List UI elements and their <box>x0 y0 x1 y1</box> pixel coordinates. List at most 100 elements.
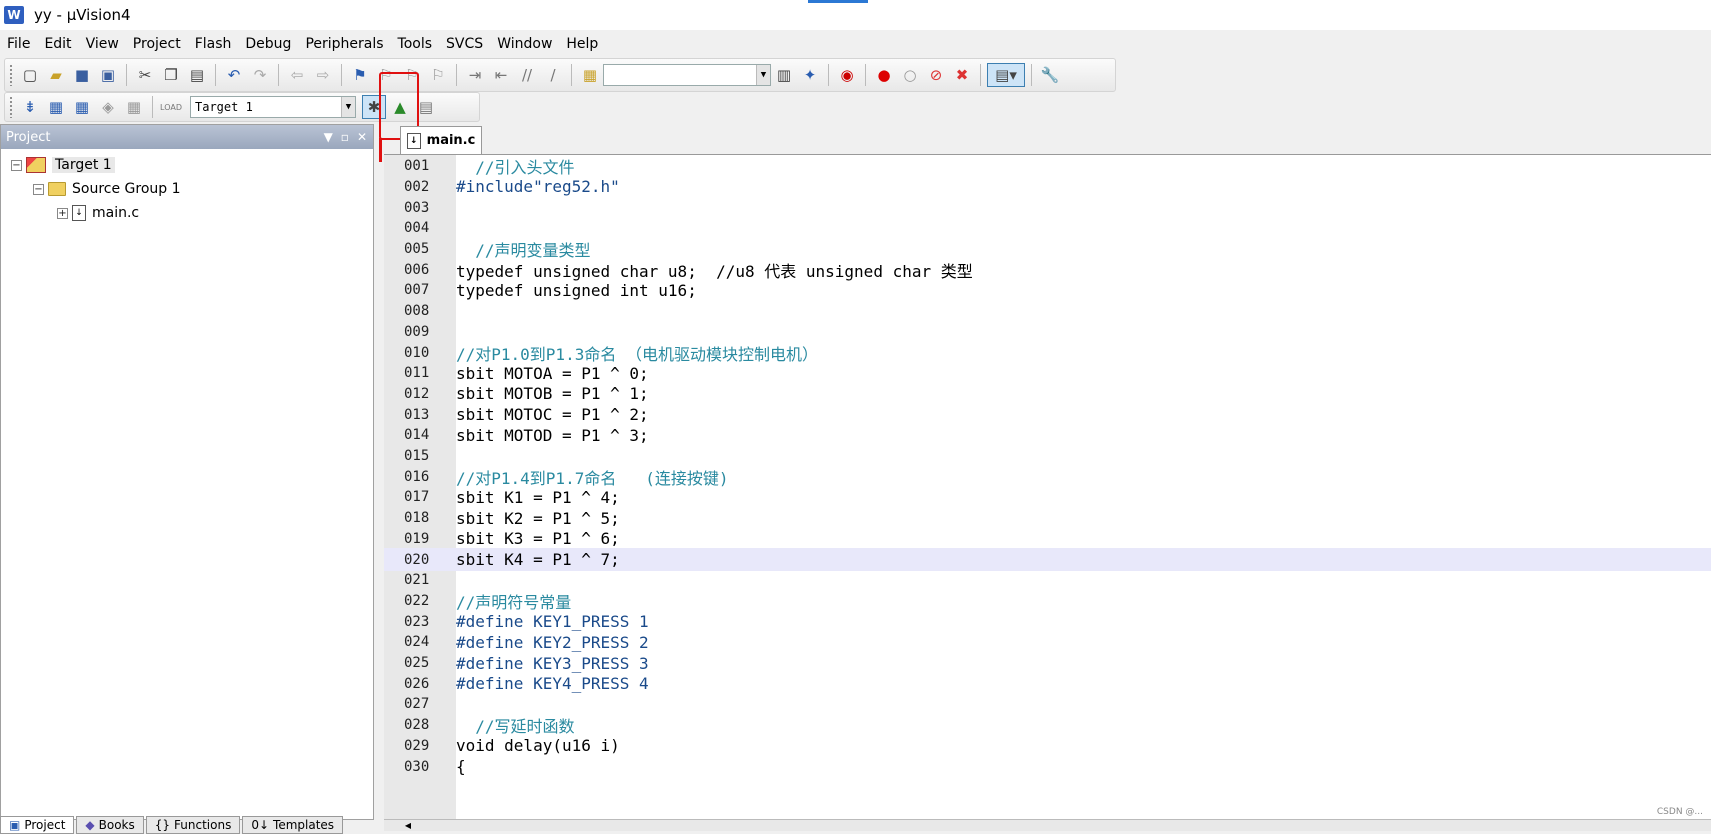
separator <box>152 96 153 118</box>
batch-build-icon[interactable]: ◈ <box>96 95 120 119</box>
code-line[interactable]: 018sbit K2 = P1 ^ 5; <box>384 507 1711 530</box>
indent-icon[interactable]: ⇥ <box>463 63 487 87</box>
bookmark-icon[interactable]: ⚑ <box>348 63 372 87</box>
code-line[interactable]: 016//对P1.4到P1.7命名 (连接按键) <box>384 466 1711 489</box>
menu-edit[interactable]: Edit <box>37 36 78 52</box>
code-line[interactable]: 006typedef unsigned char u8; //u8 代表 uns… <box>384 259 1711 282</box>
code-line[interactable]: 014sbit MOTOD = P1 ^ 3; <box>384 424 1711 447</box>
collapse-icon[interactable]: − <box>11 160 22 171</box>
uvision-app-icon: W <box>4 6 24 24</box>
code-line[interactable]: 030{ <box>384 755 1711 778</box>
menu-file[interactable]: File <box>0 36 37 52</box>
unindent-icon[interactable]: ⇤ <box>489 63 513 87</box>
pin-icon[interactable]: ▫ <box>341 130 349 144</box>
code-line[interactable]: 028 //写延时函数 <box>384 714 1711 737</box>
code-line[interactable]: 008 <box>384 300 1711 323</box>
paste-icon[interactable]: ▤ <box>185 63 209 87</box>
code-line[interactable]: 002#include"reg52.h" <box>384 176 1711 199</box>
download-icon[interactable]: LOAD <box>159 95 183 119</box>
tab-project[interactable]: ▣ Project <box>0 816 74 834</box>
menu-svcs[interactable]: SVCS <box>439 36 490 52</box>
undo-icon[interactable]: ↶ <box>222 63 246 87</box>
window-layout-icon[interactable]: ▤▾ <box>987 63 1025 87</box>
panel-dropdown-icon[interactable]: ▼ <box>324 130 333 144</box>
code-line[interactable]: 011sbit MOTOA = P1 ^ 0; <box>384 362 1711 385</box>
menu-window[interactable]: Window <box>490 36 559 52</box>
code-line[interactable]: 027 <box>384 693 1711 716</box>
copy-icon[interactable]: ❐ <box>159 63 183 87</box>
code-line[interactable]: 012sbit MOTOB = P1 ^ 1; <box>384 383 1711 406</box>
find-icon[interactable]: ▥ <box>772 63 796 87</box>
kill-breakpoints-icon[interactable]: ✖ <box>950 63 974 87</box>
comment-icon[interactable]: // <box>515 63 539 87</box>
build-icon[interactable]: ▦ <box>44 95 68 119</box>
stop-build-icon[interactable]: ▦ <box>122 95 146 119</box>
code-line[interactable]: 010//对P1.0到P1.3命名 （电机驱动模块控制电机） <box>384 341 1711 364</box>
cut-icon[interactable]: ✂ <box>133 63 157 87</box>
code-line[interactable]: 017sbit K1 = P1 ^ 4; <box>384 486 1711 509</box>
clear-bookmarks-icon[interactable]: ⚐ <box>426 63 450 87</box>
menu-debug[interactable]: Debug <box>238 36 298 52</box>
menu-view[interactable]: View <box>79 36 126 52</box>
tab-functions[interactable]: {} Functions <box>146 816 241 834</box>
insert-breakpoint-icon[interactable]: ● <box>872 63 896 87</box>
redo-icon[interactable]: ↷ <box>248 63 272 87</box>
open-folder-icon[interactable]: ▰ <box>44 63 68 87</box>
menu-flash[interactable]: Flash <box>188 36 239 52</box>
code-line[interactable]: 019sbit K3 = P1 ^ 6; <box>384 528 1711 551</box>
close-icon[interactable]: ✕ <box>357 130 367 144</box>
save-all-icon[interactable]: ▣ <box>96 63 120 87</box>
new-file-icon[interactable]: ▢ <box>18 63 42 87</box>
code-line[interactable]: 007typedef unsigned int u16; <box>384 279 1711 302</box>
code-line[interactable]: 026#define KEY4_PRESS 4 <box>384 673 1711 696</box>
target-combo[interactable]: Target 1 ▼ <box>190 96 356 118</box>
code-text: sbit K1 = P1 ^ 4; <box>456 488 620 507</box>
chevron-down-icon[interactable]: ▼ <box>341 97 355 117</box>
code-line[interactable]: 020sbit K4 = P1 ^ 7; <box>384 548 1711 571</box>
toolbar-grip[interactable] <box>9 96 13 118</box>
tree-item-group[interactable]: − Source Group 1 <box>1 177 373 201</box>
enable-breakpoint-icon[interactable]: ○ <box>898 63 922 87</box>
chevron-down-icon[interactable]: ▼ <box>756 65 770 85</box>
code-line[interactable]: 024#define KEY2_PRESS 2 <box>384 631 1711 654</box>
tab-books[interactable]: ◆ Books <box>76 816 143 834</box>
find-in-files-icon[interactable]: ▦ <box>578 63 602 87</box>
nav-back-icon[interactable]: ⇦ <box>285 63 309 87</box>
code-line[interactable]: 001 //引入头文件 <box>384 155 1711 178</box>
separator <box>828 64 829 86</box>
incremental-find-icon[interactable]: ✦ <box>798 63 822 87</box>
uncomment-icon[interactable]: / <box>541 63 565 87</box>
translate-icon[interactable]: ⇟ <box>18 95 42 119</box>
tab-templates[interactable]: 0↓ Templates <box>242 816 343 834</box>
menu-tools[interactable]: Tools <box>391 36 440 52</box>
expand-icon[interactable]: + <box>57 208 68 219</box>
menu-peripherals[interactable]: Peripherals <box>298 36 390 52</box>
debug-session-icon[interactable]: ◉ <box>835 63 859 87</box>
tree-item-file[interactable]: + ↓ main.c <box>1 201 373 225</box>
code-line[interactable]: 021 <box>384 569 1711 592</box>
code-line[interactable]: 025#define KEY3_PRESS 3 <box>384 652 1711 675</box>
toolbar-grip[interactable] <box>9 64 13 86</box>
code-line[interactable]: 013sbit MOTOC = P1 ^ 2; <box>384 403 1711 426</box>
menu-help[interactable]: Help <box>559 36 605 52</box>
line-number: 003 <box>384 200 456 216</box>
code-line[interactable]: 023#define KEY1_PRESS 1 <box>384 610 1711 633</box>
code-line[interactable]: 022//声明符号常量 <box>384 590 1711 613</box>
save-icon[interactable]: ■ <box>70 63 94 87</box>
code-line[interactable]: 003 <box>384 196 1711 219</box>
rebuild-icon[interactable]: ▦ <box>70 95 94 119</box>
code-editor[interactable]: 001 //引入头文件002#include"reg52.h"003004005… <box>384 154 1711 819</box>
menu-project[interactable]: Project <box>126 36 188 52</box>
tab-main-c[interactable]: ↓ main.c <box>400 126 482 154</box>
separator <box>215 64 216 86</box>
horizontal-scrollbar[interactable]: ◀ <box>384 819 1711 831</box>
configure-icon[interactable]: 🔧 <box>1038 63 1062 87</box>
code-text: sbit MOTOD = P1 ^ 3; <box>456 426 649 445</box>
scroll-left-icon[interactable]: ◀ <box>400 821 416 831</box>
nav-forward-icon[interactable]: ⇨ <box>311 63 335 87</box>
collapse-icon[interactable]: − <box>33 184 44 195</box>
code-line[interactable]: 029void delay(u16 i) <box>384 735 1711 758</box>
tree-item-target[interactable]: − Target 1 <box>1 153 373 177</box>
find-combo[interactable]: ▼ <box>603 64 771 86</box>
disable-breakpoints-icon[interactable]: ⊘ <box>924 63 948 87</box>
